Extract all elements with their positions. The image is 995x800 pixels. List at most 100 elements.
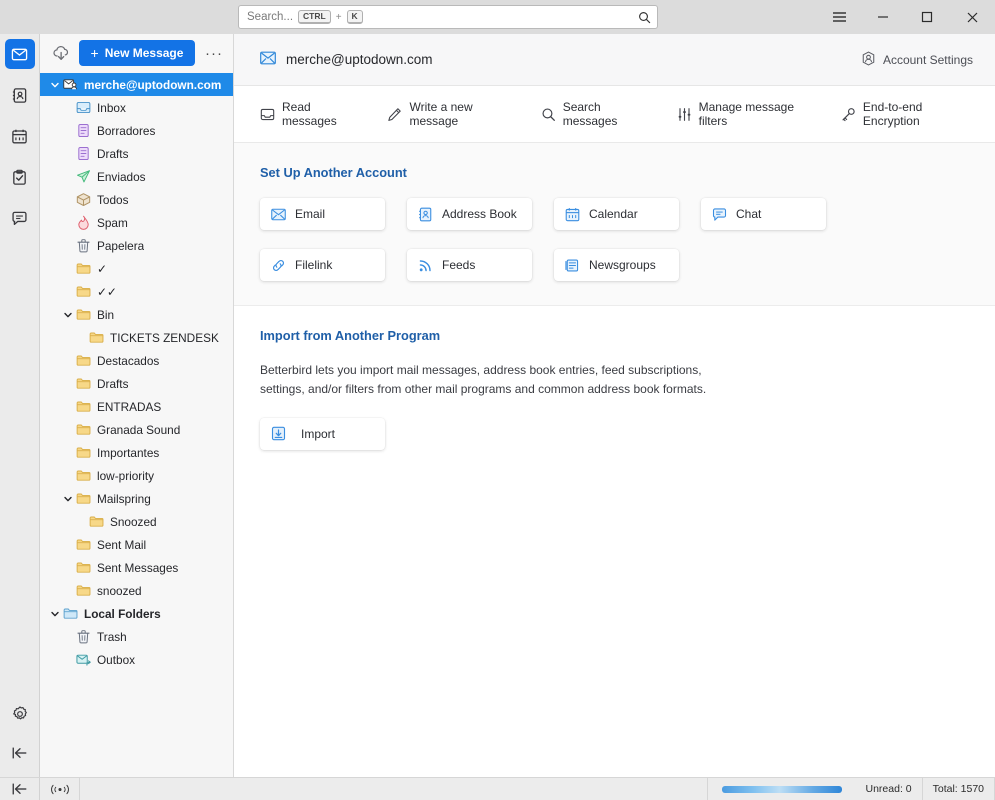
folder-row[interactable]: Drafts bbox=[40, 142, 233, 165]
folder-folder-icon bbox=[74, 422, 92, 437]
folder-pane-more-button[interactable]: ··· bbox=[203, 46, 225, 61]
folder-row[interactable]: Enviados bbox=[40, 165, 233, 188]
quick-action-search-messages[interactable]: Search messages bbox=[541, 100, 648, 128]
account-settings-button[interactable]: Account Settings bbox=[861, 50, 973, 69]
folder-row[interactable]: Spam bbox=[40, 211, 233, 234]
rail-item-collapse[interactable] bbox=[5, 738, 35, 768]
setup-card-label: Calendar bbox=[589, 207, 638, 221]
setup-card-email[interactable]: Email bbox=[260, 198, 385, 230]
trash-folder-icon bbox=[74, 629, 92, 644]
folder-row[interactable]: ENTRADAS bbox=[40, 395, 233, 418]
setup-card-label: Newsgroups bbox=[589, 258, 656, 272]
chat-icon bbox=[712, 207, 727, 222]
address-book-icon bbox=[418, 207, 433, 222]
quick-action-end-to-end-encryption[interactable]: End-to-end Encryption bbox=[841, 100, 969, 128]
folder-row[interactable]: Local Folders bbox=[40, 602, 233, 625]
folder-row[interactable]: Outbox bbox=[40, 648, 233, 671]
folder-row[interactable]: TICKETS ZENDESK bbox=[40, 326, 233, 349]
setup-card-feeds[interactable]: Feeds bbox=[407, 249, 532, 281]
app-menu-button[interactable] bbox=[817, 0, 861, 34]
folder-row[interactable]: Mailspring bbox=[40, 487, 233, 510]
folder-row[interactable]: Papelera bbox=[40, 234, 233, 257]
quick-action-label: Manage message filters bbox=[698, 100, 794, 128]
close-button[interactable] bbox=[949, 0, 995, 34]
folder-label: low-priority bbox=[97, 468, 155, 483]
folder-label: Outbox bbox=[97, 652, 136, 667]
account-central-pane: merche@uptodown.com Account Settings Rea… bbox=[234, 34, 995, 777]
drafts-folder-icon bbox=[74, 123, 92, 138]
folder-row[interactable]: Snoozed bbox=[40, 510, 233, 533]
folder-tree: merche@uptodown.com Inbox Borradores Drafts… bbox=[40, 72, 233, 777]
folder-row[interactable]: ✓✓ bbox=[40, 280, 233, 303]
online-status-icon[interactable] bbox=[40, 777, 80, 800]
folder-folder-icon bbox=[87, 514, 105, 529]
read-messages-icon bbox=[260, 107, 275, 122]
folder-row[interactable]: snoozed bbox=[40, 579, 233, 602]
folder-row[interactable]: Todos bbox=[40, 188, 233, 211]
import-button[interactable]: Import bbox=[260, 417, 385, 450]
new-message-button[interactable]: + New Message bbox=[79, 40, 195, 66]
rail-item-settings[interactable] bbox=[5, 699, 35, 729]
folder-row[interactable]: merche@uptodown.com bbox=[40, 73, 233, 96]
setup-card-calendar[interactable]: Calendar bbox=[554, 198, 679, 230]
write-message-icon bbox=[387, 107, 402, 122]
import-icon bbox=[271, 426, 286, 441]
chevron-down-icon[interactable] bbox=[61, 310, 74, 320]
setup-card-chat[interactable]: Chat bbox=[701, 198, 826, 230]
folder-label: Drafts bbox=[97, 146, 129, 161]
status-progress-cell bbox=[708, 778, 856, 800]
search-placeholder: Search... bbox=[247, 11, 294, 23]
setup-section-title: Set Up Another Account bbox=[260, 165, 407, 180]
rail-item-mail[interactable] bbox=[4, 39, 35, 69]
rail-item-address-book[interactable] bbox=[5, 80, 35, 110]
maximize-button[interactable] bbox=[905, 0, 949, 34]
quick-action-read-messages[interactable]: Read messages bbox=[260, 100, 358, 128]
quick-actions-row: Read messages Write a new message Search m… bbox=[234, 86, 995, 143]
rail-item-chat[interactable] bbox=[5, 203, 35, 233]
folder-pane-toolbar: + New Message ··· bbox=[40, 34, 233, 72]
setup-card-label: Chat bbox=[736, 207, 762, 221]
folder-row[interactable]: low-priority bbox=[40, 464, 233, 487]
setup-card-address-book[interactable]: Address Book bbox=[407, 198, 532, 230]
plus-icon: + bbox=[90, 45, 99, 61]
feeds-icon bbox=[418, 258, 433, 273]
folder-row[interactable]: Trash bbox=[40, 625, 233, 648]
encryption-key-icon bbox=[841, 107, 856, 122]
folder-row[interactable]: Sent Mail bbox=[40, 533, 233, 556]
folder-folder-icon bbox=[74, 376, 92, 391]
drafts-folder-icon bbox=[74, 146, 92, 161]
folder-row[interactable]: Borradores bbox=[40, 119, 233, 142]
search-input[interactable]: Search... CTRL + K bbox=[238, 5, 658, 29]
folder-row[interactable]: Destacados bbox=[40, 349, 233, 372]
minimize-button[interactable] bbox=[861, 0, 905, 34]
folder-label: merche@uptodown.com bbox=[84, 77, 222, 92]
quick-action-label: End-to-end Encryption bbox=[862, 100, 923, 128]
chevron-down-icon[interactable] bbox=[48, 80, 61, 90]
folder-row[interactable]: Importantes bbox=[40, 441, 233, 464]
folder-row[interactable]: Inbox bbox=[40, 96, 233, 119]
chevron-down-icon[interactable] bbox=[48, 609, 61, 619]
setup-card-filelink[interactable]: Filelink bbox=[260, 249, 385, 281]
folder-row[interactable]: Bin bbox=[40, 303, 233, 326]
chevron-down-icon[interactable] bbox=[61, 494, 74, 504]
trash-folder-icon bbox=[74, 238, 92, 253]
inbox-folder-icon bbox=[74, 100, 92, 115]
rail-item-calendar[interactable] bbox=[5, 121, 35, 151]
quick-action-label: Write a new message bbox=[409, 100, 473, 128]
rail-item-tasks[interactable] bbox=[5, 162, 35, 192]
get-messages-icon[interactable] bbox=[52, 45, 71, 62]
setup-card-label: Email bbox=[295, 207, 326, 221]
folder-folder-icon bbox=[74, 583, 92, 598]
folder-label: Sent Mail bbox=[97, 537, 147, 552]
quick-action-manage-message-filters[interactable]: Manage message filters bbox=[677, 100, 812, 128]
folder-row[interactable]: ✓ bbox=[40, 257, 233, 280]
window-controls bbox=[817, 0, 995, 34]
setup-card-newsgroups[interactable]: Newsgroups bbox=[554, 249, 679, 281]
archive-folder-icon bbox=[74, 192, 92, 207]
status-collapse-button[interactable] bbox=[0, 777, 40, 800]
quick-action-write-a-new-message[interactable]: Write a new message bbox=[387, 100, 511, 128]
folder-row[interactable]: Granada Sound bbox=[40, 418, 233, 441]
folder-row[interactable]: Drafts bbox=[40, 372, 233, 395]
folder-folder-icon bbox=[74, 491, 92, 506]
folder-row[interactable]: Sent Messages bbox=[40, 556, 233, 579]
